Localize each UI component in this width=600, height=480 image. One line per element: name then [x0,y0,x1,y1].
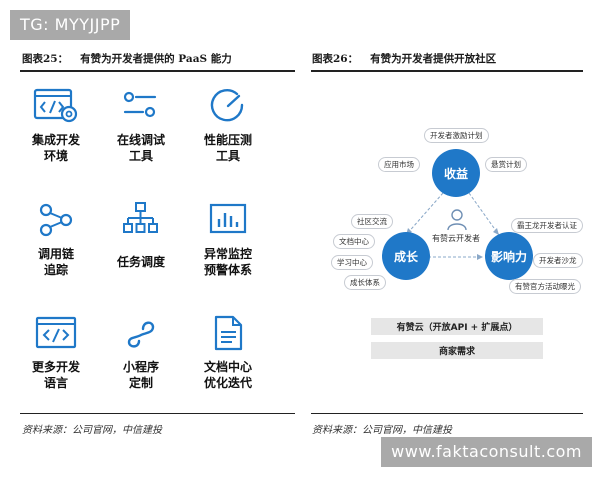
circle-growth: 成长 [382,232,430,280]
tag-docs-center: 文档中心 [333,234,375,249]
capability-scheduling: 任务调度 [96,202,186,270]
circle-influence: 影响力 [485,232,533,280]
arrowhead [477,254,483,260]
tag-app-market: 应用市场 [378,157,420,172]
link-chain-icon [127,321,155,348]
right-bottom-rule [311,413,583,414]
tag-official-event: 有赞官方活动曝光 [509,279,581,294]
capability-performance: 性能压测 工具 [183,88,273,164]
capability-debug: 在线调试 工具 [96,88,186,164]
left-figure-title: 图表25： 有赞为开发者提供的 PaaS 能力 [22,51,232,66]
tag-bounty-plan: 悬赏计划 [485,157,527,172]
capability-label: 在线调试 工具 [116,133,165,163]
right-figure-title: 图表26： 有赞为开发者提供开放社区 [312,51,496,66]
capability-docs: 文档中心 优化迭代 [183,315,273,391]
capability-ide: 集成开发 环境 [11,88,101,164]
circle-revenue: 收益 [432,149,480,197]
capability-label: 更多开发 语言 [31,360,80,390]
hierarchy-icon [123,202,158,233]
capability-label: 调用链 追踪 [37,247,74,277]
capability-label: 性能压测 工具 [203,133,252,163]
debug-toggle-icon [123,91,157,118]
tag-certification: 霸王龙开发者认证 [511,218,583,233]
tag-community: 社区交流 [351,214,393,229]
watermark-top: TG: MYYJJPP [10,10,131,40]
left-bottom-rule [20,413,295,414]
ide-code-gear-icon [33,88,78,123]
right-source-note: 资料来源：公司官网，中信建投 [312,425,452,436]
capability-monitoring: 异常监控 预警体系 [183,202,273,278]
tag-incentive-plan: 开发者激励计划 [424,128,489,143]
capability-label: 异常监控 预警体系 [203,247,252,277]
left-title-rule [20,70,295,72]
gauge-icon [210,89,244,122]
open-community-diagram: 开发者激励计划 应用市场 悬赏计划 收益 有赞云开发者 社区交流 文档中心 学习… [311,75,583,410]
code-window-icon [35,316,77,349]
capability-label: 文档中心 优化迭代 [203,360,252,390]
capability-languages: 更多开发 语言 [11,315,101,391]
capability-label: 集成开发 环境 [31,133,80,163]
right-figure-title-text: 有赞为开发者提供开放社区 [370,53,497,65]
bar-chart-monitor-icon [209,203,247,234]
left-source-note: 资料来源：公司官网，中信建投 [22,425,162,436]
capability-tracing: 调用链 追踪 [11,202,101,278]
left-figure-number: 图表25： [22,53,69,65]
watermark-bottom: www.faktaconsult.com [381,437,592,467]
capability-miniprogram: 小程序 定制 [96,315,186,391]
right-figure-number: 图表26： [312,53,359,65]
capability-label: 小程序 定制 [122,360,159,390]
left-figure-title-text: 有赞为开发者提供的 PaaS 能力 [80,53,232,65]
document-icon [214,315,243,351]
tag-developer-salon: 开发者沙龙 [533,253,583,268]
bar-merchant-demand: 商家需求 [371,342,543,359]
capability-label: 任务调度 [116,255,165,269]
share-nodes-icon [39,203,73,237]
bar-youzan-cloud: 有赞云（开放API + 扩展点） [371,318,543,335]
right-title-rule [311,70,583,72]
tag-learning-center: 学习中心 [331,255,373,270]
tag-growth-system: 成长体系 [344,275,386,290]
developer-person-icon [447,209,467,231]
center-developer-label: 有赞云开发者 [432,234,480,243]
